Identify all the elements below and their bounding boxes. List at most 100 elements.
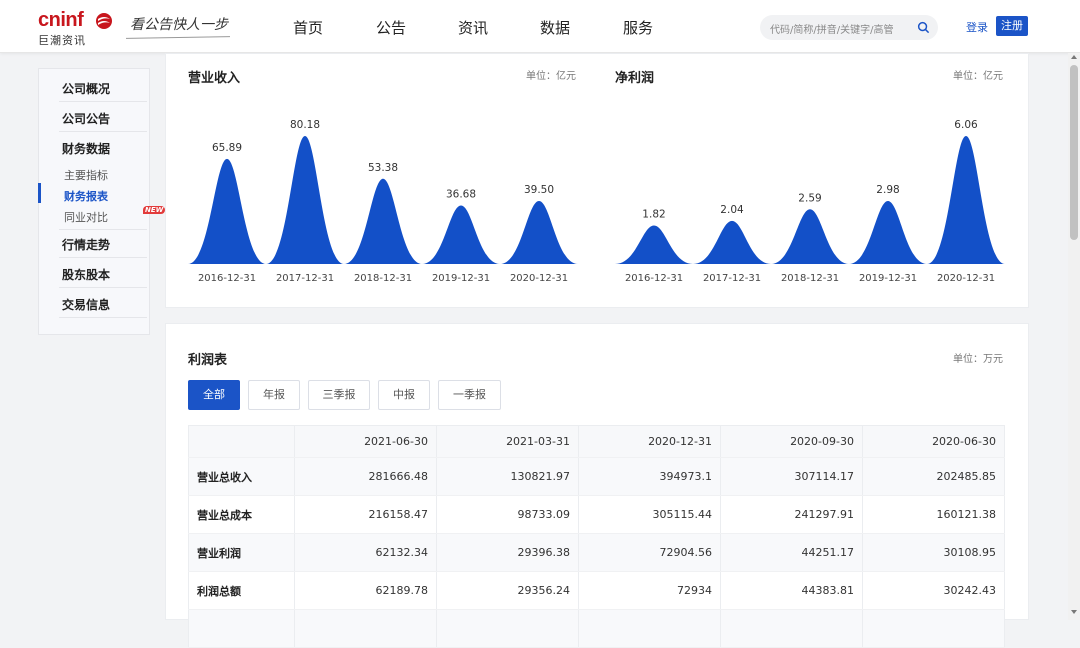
nav-services[interactable]: 服务 <box>623 17 653 38</box>
logo-swirl-icon <box>96 13 112 29</box>
chart-peak-2020-12-31[interactable] <box>927 136 1005 264</box>
cninfo-logo[interactable]: cninf 巨潮资讯 <box>38 9 118 47</box>
register-button[interactable]: 注册 <box>996 16 1028 36</box>
tab-half-year[interactable]: 中报 <box>378 380 430 410</box>
tab-q1[interactable]: 一季报 <box>438 380 501 410</box>
scroll-down-arrow-icon[interactable] <box>1071 610 1077 614</box>
top-navigation-bar: cninf 巨潮资讯 看公告快人一步 首页 公告 资讯 数据 服务 代码/简称/… <box>0 0 1080 53</box>
nav-news[interactable]: 资讯 <box>458 17 488 38</box>
active-indicator <box>38 183 41 203</box>
tab-all[interactable]: 全部 <box>188 380 240 410</box>
row-label: 营业总收入 <box>188 457 295 496</box>
chart-peak-2018-12-31[interactable] <box>771 209 849 264</box>
profit-chart-title: 净利润 <box>615 71 655 86</box>
chart-peak-2019-12-31[interactable] <box>422 205 500 264</box>
table-cell: 29356.24 <box>436 571 579 610</box>
table-cell <box>720 609 863 648</box>
sidebar-item-trading-info[interactable]: 交易信息 <box>62 296 110 313</box>
table-cell: 202485.85 <box>862 457 1005 496</box>
table-cell: 216158.47 <box>294 495 437 534</box>
new-badge: NEW <box>143 206 166 214</box>
scrollbar-thumb[interactable] <box>1070 65 1078 240</box>
search-input[interactable]: 代码/简称/拼音/关键字/高管 <box>760 15 938 40</box>
table-cell: 98733.09 <box>436 495 579 534</box>
chart-peak-2017-12-31[interactable] <box>693 220 771 264</box>
table-row: 营业总收入 281666.48 130821.97 394973.1 30711… <box>188 457 1005 496</box>
table-cell <box>436 609 579 648</box>
chart-peak-2016-12-31[interactable] <box>188 158 266 264</box>
slogan: 看公告快人一步 <box>130 17 228 33</box>
table-row: 营业利润 62132.34 29396.38 72904.56 44251.17… <box>188 533 1005 572</box>
sidebar-item-financial-data[interactable]: 财务数据 <box>62 140 110 157</box>
table-cell: 62189.78 <box>294 571 437 610</box>
income-statement-table: 2021-06-30 2021-03-31 2020-12-31 2020-09… <box>188 425 1005 648</box>
x-tick-label: 2017-12-31 <box>276 273 334 284</box>
data-label: 80.18 <box>290 119 320 131</box>
chart-peak-2017-12-31[interactable] <box>266 136 344 264</box>
data-label: 2.04 <box>720 204 744 216</box>
table-header-row: 2021-06-30 2021-03-31 2020-12-31 2020-09… <box>188 425 1005 458</box>
revenue-unit: 单位：亿元 <box>526 71 576 82</box>
table-cell: 160121.38 <box>862 495 1005 534</box>
search-placeholder: 代码/简称/拼音/关键字/高管 <box>770 25 894 36</box>
divider <box>59 229 147 230</box>
tab-q3[interactable]: 三季报 <box>308 380 370 410</box>
column-header: 2020-06-30 <box>862 425 1005 458</box>
revenue-chart-title: 营业收入 <box>188 71 241 86</box>
table-cell: 130821.97 <box>436 457 579 496</box>
column-header: 2021-06-30 <box>294 425 437 458</box>
sidebar-item-company-overview[interactable]: 公司概况 <box>62 80 110 97</box>
sidebar-subitem-peer-comparison[interactable]: 同业对比 <box>64 209 108 225</box>
logo-wordmark: cninf <box>38 9 84 31</box>
nav-announcements[interactable]: 公告 <box>376 17 406 38</box>
table-cell: 44383.81 <box>720 571 863 610</box>
logo-subtitle: 巨潮资讯 <box>38 34 86 47</box>
column-header: 2020-09-30 <box>720 425 863 458</box>
x-tick-label: 2016-12-31 <box>625 273 683 284</box>
data-label: 65.89 <box>212 142 242 154</box>
chart-peak-2018-12-31[interactable] <box>344 178 422 264</box>
table-cell: 30108.95 <box>862 533 1005 572</box>
vertical-scrollbar[interactable] <box>1068 53 1080 620</box>
table-cell: 72934 <box>578 571 721 610</box>
x-tick-label: 2019-12-31 <box>432 273 490 284</box>
table-cell <box>578 609 721 648</box>
x-tick-label: 2018-12-31 <box>781 273 839 284</box>
data-label: 2.59 <box>798 192 821 204</box>
table-cell: 44251.17 <box>720 533 863 572</box>
data-label: 6.06 <box>954 119 978 131</box>
sidebar-subitem-financial-statements[interactable]: 财务报表 <box>64 188 108 204</box>
nav-data[interactable]: 数据 <box>540 17 570 38</box>
sidebar-item-shareholders[interactable]: 股东股本 <box>62 266 110 283</box>
x-tick-label: 2019-12-31 <box>859 273 917 284</box>
scroll-up-arrow-icon[interactable] <box>1071 55 1077 59</box>
chart-peak-2016-12-31[interactable] <box>615 225 693 264</box>
sidebar-subitem-key-indicators[interactable]: 主要指标 <box>64 167 108 183</box>
table-cell: 29396.38 <box>436 533 579 572</box>
search-icon[interactable] <box>917 21 930 34</box>
table-cell: 30242.43 <box>862 571 1005 610</box>
data-label: 53.38 <box>368 162 398 174</box>
table-cell: 281666.48 <box>294 457 437 496</box>
divider <box>59 287 147 288</box>
chart-peak-2019-12-31[interactable] <box>849 201 927 264</box>
x-tick-label: 2016-12-31 <box>198 273 256 284</box>
table-cell: 72904.56 <box>578 533 721 572</box>
row-label: 利润总额 <box>188 571 295 610</box>
sidebar-item-announcements[interactable]: 公司公告 <box>62 110 110 127</box>
table-row <box>188 609 1005 648</box>
table-row: 营业总成本 216158.47 98733.09 305115.44 24129… <box>188 495 1005 534</box>
tab-annual[interactable]: 年报 <box>248 380 300 410</box>
data-label: 1.82 <box>642 209 665 221</box>
data-label: 2.98 <box>876 184 899 196</box>
divider <box>59 101 147 102</box>
chart-peak-2020-12-31[interactable] <box>500 200 578 264</box>
revenue-chart: 65.89 2016-12-31 80.18 2017-12-31 53.38 2018-… <box>188 119 578 284</box>
login-link[interactable]: 登录 <box>966 19 988 35</box>
nav-home[interactable]: 首页 <box>293 17 323 38</box>
x-tick-label: 2018-12-31 <box>354 273 412 284</box>
sidebar-item-market-trend[interactable]: 行情走势 <box>62 236 110 253</box>
table-cell: 241297.91 <box>720 495 863 534</box>
row-label <box>188 609 295 648</box>
column-header: 2021-03-31 <box>436 425 579 458</box>
